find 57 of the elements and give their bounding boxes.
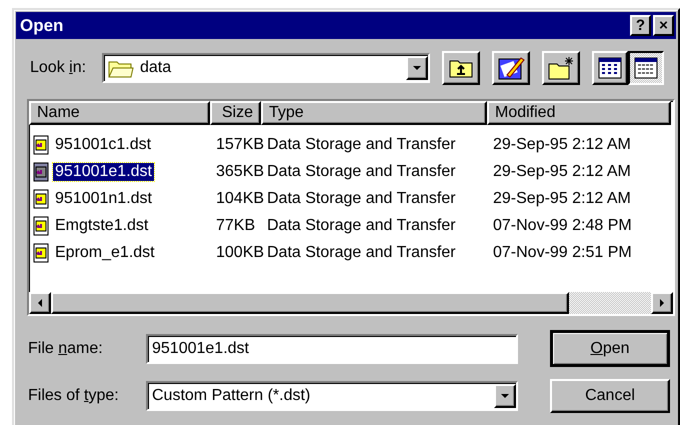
caret-icon xyxy=(501,392,509,400)
table-cell-text: Data Storage and Transfer xyxy=(266,216,457,234)
desktop-button[interactable] xyxy=(492,51,530,85)
column-header[interactable]: Modified xyxy=(487,101,671,125)
window-title: Open xyxy=(20,16,64,36)
table-cell-text: Data Storage and Transfer xyxy=(266,190,457,208)
help-button[interactable]: ? xyxy=(630,15,651,36)
table-cell-text: 29-Sep-95 2:12 AM xyxy=(492,190,632,208)
cancel-button[interactable]: Cancel xyxy=(550,379,670,413)
file-name[interactable]: 951001c1.dst xyxy=(53,136,154,154)
file-name[interactable]: 951001e1.dst xyxy=(53,162,154,180)
table-cell-text: 100KB xyxy=(215,244,261,262)
list-view-button[interactable] xyxy=(592,51,628,85)
details-view-button[interactable] xyxy=(628,51,664,85)
column-header[interactable]: Type xyxy=(261,101,487,125)
table-cell-text: Data Storage and Transfer xyxy=(266,244,457,262)
file-type-dropdown[interactable]: Custom Pattern (*.dst) xyxy=(146,381,518,411)
table-cell-text: 77KB xyxy=(215,216,256,234)
table-cell-text: 104KB xyxy=(215,190,261,208)
left-arrow-icon xyxy=(36,299,44,307)
file-name[interactable]: Emgtste1.dst xyxy=(53,216,150,234)
caret-icon xyxy=(413,64,421,72)
new-folder-icon xyxy=(547,56,575,80)
column-header[interactable]: Name xyxy=(29,101,210,125)
column-header[interactable]: Size xyxy=(210,101,261,125)
dropdown-button[interactable] xyxy=(494,384,516,408)
folder-name: data xyxy=(140,59,172,77)
look-in-label: Look in: xyxy=(30,59,88,77)
horizontal-scrollbar[interactable] xyxy=(29,292,673,314)
table-cell-text: 29-Sep-95 2:12 AM xyxy=(492,162,632,180)
table-cell-text: 07-Nov-99 2:48 PM xyxy=(492,216,633,234)
up-one-level-button[interactable] xyxy=(442,51,480,85)
close-button[interactable]: × xyxy=(653,15,674,36)
file-type-label: Files of type: xyxy=(28,387,120,405)
table-cell-text: 29-Sep-95 2:12 AM xyxy=(492,136,632,154)
file-name[interactable]: 951001n1.dst xyxy=(53,190,154,208)
table-cell-text: 07-Nov-99 2:51 PM xyxy=(492,244,633,262)
details-view-icon xyxy=(634,57,658,79)
file-icon xyxy=(33,162,49,182)
dropdown-button[interactable] xyxy=(406,56,428,80)
new-folder-button[interactable] xyxy=(542,51,580,85)
file-icon xyxy=(33,188,49,208)
file-icon xyxy=(33,242,49,262)
table-cell-text: Data Storage and Transfer xyxy=(266,136,457,154)
file-name-field[interactable]: 951001e1.dst xyxy=(146,334,518,364)
right-arrow-icon xyxy=(658,299,666,307)
look-in-dropdown[interactable]: data xyxy=(102,53,430,83)
desktop-pencil-icon xyxy=(497,55,525,81)
file-icon xyxy=(33,134,49,154)
file-name[interactable]: Eprom_e1.dst xyxy=(53,244,157,262)
file-icon xyxy=(33,216,49,236)
table-cell-text: 365KB xyxy=(215,162,261,180)
table-cell-text: 157KB xyxy=(215,136,261,154)
file-name-label: File name: xyxy=(28,340,104,358)
table-cell-text: Data Storage and Transfer xyxy=(266,162,457,180)
open-button[interactable]: Open xyxy=(550,330,670,367)
list-view-icon xyxy=(598,57,622,79)
